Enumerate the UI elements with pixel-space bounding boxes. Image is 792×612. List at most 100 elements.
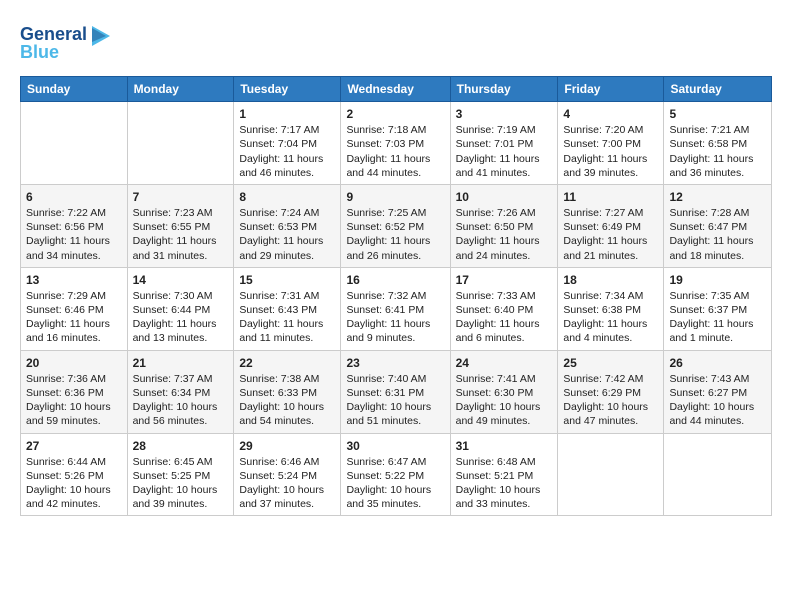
day-info: Sunset: 7:04 PM	[239, 137, 335, 151]
day-cell: 9Sunrise: 7:25 AMSunset: 6:52 PMDaylight…	[341, 184, 450, 267]
day-cell: 6Sunrise: 7:22 AMSunset: 6:56 PMDaylight…	[21, 184, 128, 267]
col-header-monday: Monday	[127, 77, 234, 102]
day-info: Daylight: 10 hours and 37 minutes.	[239, 483, 335, 511]
day-number: 27	[26, 438, 122, 454]
day-number: 31	[456, 438, 553, 454]
day-cell: 7Sunrise: 7:23 AMSunset: 6:55 PMDaylight…	[127, 184, 234, 267]
day-info: Sunset: 6:27 PM	[669, 386, 766, 400]
day-info: Sunset: 6:29 PM	[563, 386, 658, 400]
day-info: Daylight: 11 hours and 1 minute.	[669, 317, 766, 345]
day-info: Sunrise: 6:45 AM	[133, 455, 229, 469]
day-info: Sunrise: 7:27 AM	[563, 206, 658, 220]
day-info: Daylight: 11 hours and 46 minutes.	[239, 152, 335, 180]
day-info: Daylight: 10 hours and 51 minutes.	[346, 400, 444, 428]
day-cell: 5Sunrise: 7:21 AMSunset: 6:58 PMDaylight…	[664, 102, 772, 185]
day-number: 28	[133, 438, 229, 454]
logo-icon: General Blue	[20, 18, 110, 66]
day-info: Sunset: 6:40 PM	[456, 303, 553, 317]
day-number: 15	[239, 272, 335, 288]
day-cell: 13Sunrise: 7:29 AMSunset: 6:46 PMDayligh…	[21, 267, 128, 350]
day-cell: 27Sunrise: 6:44 AMSunset: 5:26 PMDayligh…	[21, 433, 128, 516]
day-info: Sunset: 6:53 PM	[239, 220, 335, 234]
day-cell: 28Sunrise: 6:45 AMSunset: 5:25 PMDayligh…	[127, 433, 234, 516]
day-cell: 31Sunrise: 6:48 AMSunset: 5:21 PMDayligh…	[450, 433, 558, 516]
day-info: Sunset: 7:03 PM	[346, 137, 444, 151]
col-header-saturday: Saturday	[664, 77, 772, 102]
day-number: 5	[669, 106, 766, 122]
day-cell	[558, 433, 664, 516]
day-cell: 25Sunrise: 7:42 AMSunset: 6:29 PMDayligh…	[558, 350, 664, 433]
day-info: Daylight: 11 hours and 16 minutes.	[26, 317, 122, 345]
svg-text:Blue: Blue	[20, 42, 59, 62]
day-cell	[21, 102, 128, 185]
day-info: Sunset: 6:56 PM	[26, 220, 122, 234]
day-info: Daylight: 11 hours and 31 minutes.	[133, 234, 229, 262]
day-info: Daylight: 11 hours and 13 minutes.	[133, 317, 229, 345]
day-info: Sunrise: 7:37 AM	[133, 372, 229, 386]
day-info: Sunset: 6:58 PM	[669, 137, 766, 151]
day-info: Sunset: 5:22 PM	[346, 469, 444, 483]
day-cell: 14Sunrise: 7:30 AMSunset: 6:44 PMDayligh…	[127, 267, 234, 350]
day-number: 8	[239, 189, 335, 205]
day-info: Sunrise: 7:26 AM	[456, 206, 553, 220]
col-header-wednesday: Wednesday	[341, 77, 450, 102]
day-info: Daylight: 11 hours and 11 minutes.	[239, 317, 335, 345]
day-number: 11	[563, 189, 658, 205]
day-info: Daylight: 10 hours and 42 minutes.	[26, 483, 122, 511]
col-header-sunday: Sunday	[21, 77, 128, 102]
day-cell: 2Sunrise: 7:18 AMSunset: 7:03 PMDaylight…	[341, 102, 450, 185]
day-info: Daylight: 11 hours and 21 minutes.	[563, 234, 658, 262]
day-info: Sunrise: 7:30 AM	[133, 289, 229, 303]
day-number: 21	[133, 355, 229, 371]
day-info: Sunrise: 7:29 AM	[26, 289, 122, 303]
week-row-2: 6Sunrise: 7:22 AMSunset: 6:56 PMDaylight…	[21, 184, 772, 267]
day-number: 26	[669, 355, 766, 371]
day-info: Daylight: 10 hours and 54 minutes.	[239, 400, 335, 428]
day-info: Sunset: 6:47 PM	[669, 220, 766, 234]
header: General Blue	[20, 18, 772, 66]
day-info: Sunrise: 7:25 AM	[346, 206, 444, 220]
day-number: 22	[239, 355, 335, 371]
week-row-3: 13Sunrise: 7:29 AMSunset: 6:46 PMDayligh…	[21, 267, 772, 350]
day-cell: 4Sunrise: 7:20 AMSunset: 7:00 PMDaylight…	[558, 102, 664, 185]
day-cell: 1Sunrise: 7:17 AMSunset: 7:04 PMDaylight…	[234, 102, 341, 185]
day-info: Sunset: 6:52 PM	[346, 220, 444, 234]
calendar-table: SundayMondayTuesdayWednesdayThursdayFrid…	[20, 76, 772, 516]
col-header-friday: Friday	[558, 77, 664, 102]
day-cell: 21Sunrise: 7:37 AMSunset: 6:34 PMDayligh…	[127, 350, 234, 433]
day-info: Sunset: 6:30 PM	[456, 386, 553, 400]
day-info: Sunrise: 7:22 AM	[26, 206, 122, 220]
day-info: Sunset: 6:31 PM	[346, 386, 444, 400]
day-number: 16	[346, 272, 444, 288]
day-info: Daylight: 11 hours and 39 minutes.	[563, 152, 658, 180]
day-info: Sunrise: 7:35 AM	[669, 289, 766, 303]
day-info: Sunset: 7:00 PM	[563, 137, 658, 151]
day-info: Sunrise: 7:34 AM	[563, 289, 658, 303]
day-info: Sunrise: 6:46 AM	[239, 455, 335, 469]
day-info: Sunset: 6:36 PM	[26, 386, 122, 400]
day-info: Sunrise: 7:43 AM	[669, 372, 766, 386]
week-row-5: 27Sunrise: 6:44 AMSunset: 5:26 PMDayligh…	[21, 433, 772, 516]
day-info: Sunrise: 7:31 AM	[239, 289, 335, 303]
day-info: Sunset: 6:34 PM	[133, 386, 229, 400]
day-info: Sunrise: 7:19 AM	[456, 123, 553, 137]
svg-text:General: General	[20, 24, 87, 44]
week-row-4: 20Sunrise: 7:36 AMSunset: 6:36 PMDayligh…	[21, 350, 772, 433]
day-info: Sunset: 6:55 PM	[133, 220, 229, 234]
day-cell: 22Sunrise: 7:38 AMSunset: 6:33 PMDayligh…	[234, 350, 341, 433]
day-info: Daylight: 11 hours and 41 minutes.	[456, 152, 553, 180]
day-cell: 17Sunrise: 7:33 AMSunset: 6:40 PMDayligh…	[450, 267, 558, 350]
day-info: Sunset: 6:41 PM	[346, 303, 444, 317]
day-info: Sunset: 5:21 PM	[456, 469, 553, 483]
day-info: Sunrise: 7:32 AM	[346, 289, 444, 303]
day-cell: 3Sunrise: 7:19 AMSunset: 7:01 PMDaylight…	[450, 102, 558, 185]
day-cell: 23Sunrise: 7:40 AMSunset: 6:31 PMDayligh…	[341, 350, 450, 433]
day-cell: 10Sunrise: 7:26 AMSunset: 6:50 PMDayligh…	[450, 184, 558, 267]
day-info: Daylight: 10 hours and 39 minutes.	[133, 483, 229, 511]
day-number: 17	[456, 272, 553, 288]
day-number: 12	[669, 189, 766, 205]
day-info: Daylight: 10 hours and 33 minutes.	[456, 483, 553, 511]
week-row-1: 1Sunrise: 7:17 AMSunset: 7:04 PMDaylight…	[21, 102, 772, 185]
col-header-tuesday: Tuesday	[234, 77, 341, 102]
day-cell: 29Sunrise: 6:46 AMSunset: 5:24 PMDayligh…	[234, 433, 341, 516]
